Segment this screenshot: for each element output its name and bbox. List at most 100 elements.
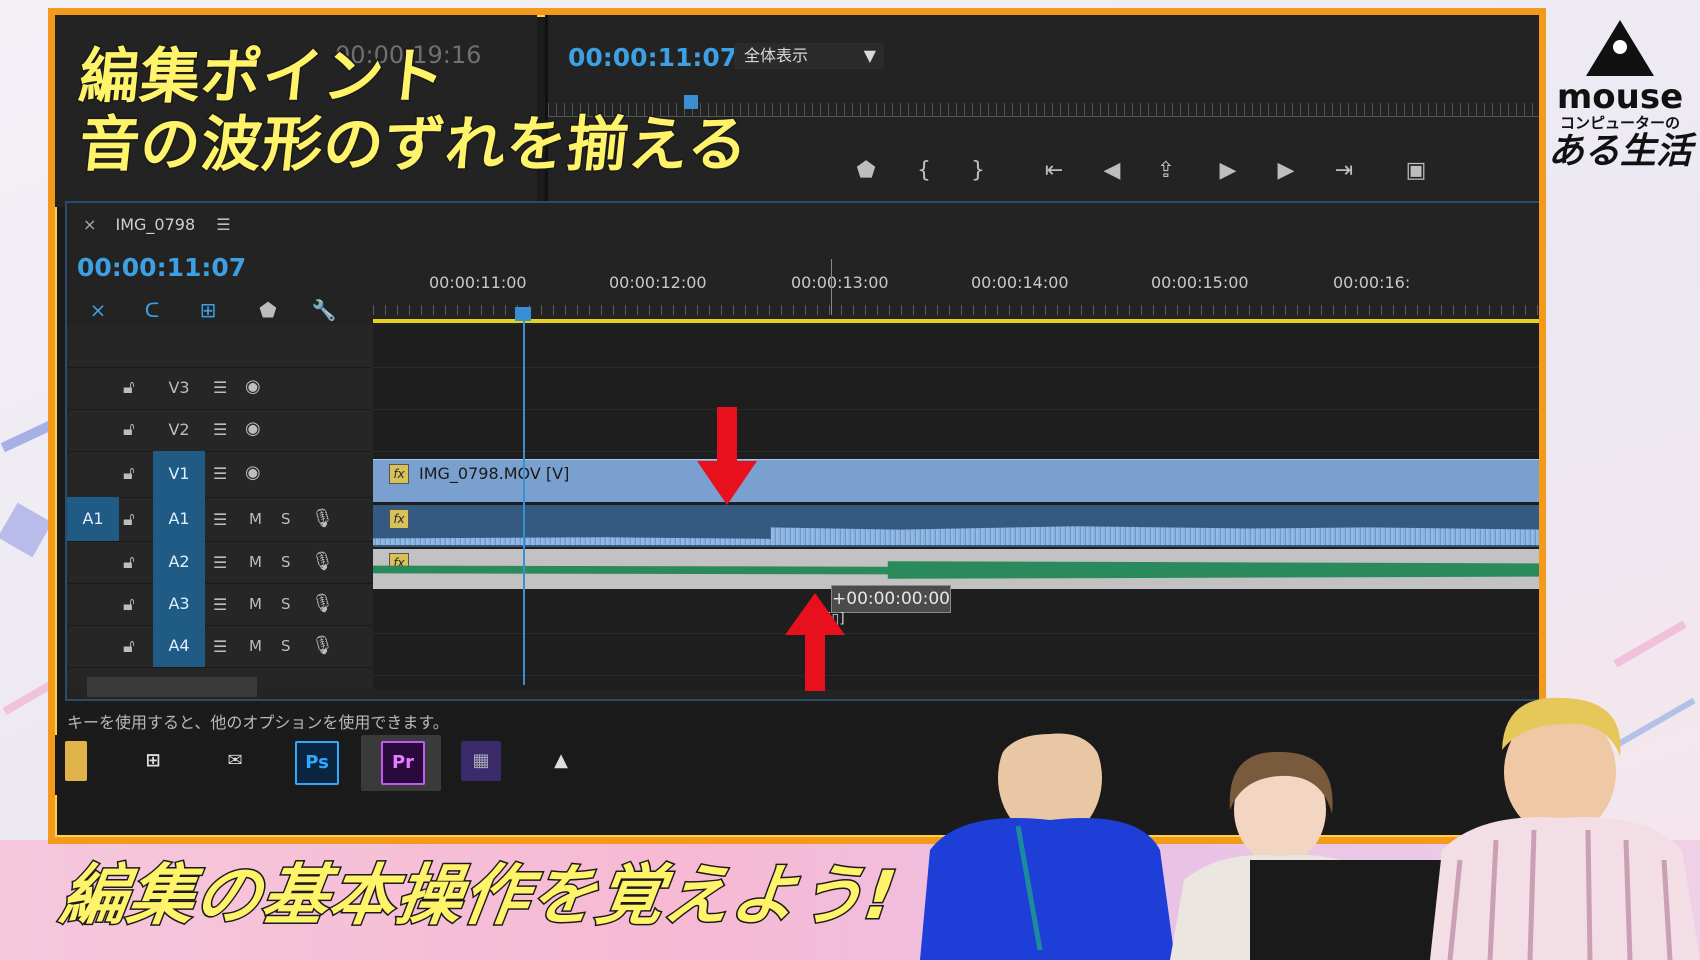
linked-selection-icon[interactable]: ⊞ (191, 295, 225, 325)
lock-icon[interactable]: 🔓︎ (123, 463, 135, 484)
background-shape (0, 502, 53, 558)
lock-icon[interactable]: 🔓︎ (123, 636, 135, 657)
mute-button[interactable]: M (249, 595, 262, 613)
program-timecode[interactable]: 00:00:11:07 (568, 43, 737, 72)
logo-subtitle: コンピューターの (1559, 114, 1680, 132)
work-area-bar[interactable] (373, 319, 1539, 323)
snap-icon[interactable]: ᑕ (135, 295, 169, 325)
track-lane-a3[interactable] (373, 591, 1539, 634)
go-to-in-icon[interactable]: ⇤ (1036, 153, 1072, 189)
track-lane[interactable] (373, 325, 1539, 368)
lock-icon[interactable]: 🔓︎ (123, 377, 135, 398)
ruler-label: 00:00:14:00 (971, 273, 1069, 292)
marker-icon[interactable]: ⬟ (848, 153, 884, 189)
track-name-a4[interactable]: A4 (153, 625, 205, 667)
sync-lock-icon[interactable]: ☰ (213, 595, 227, 614)
eye-icon[interactable]: ◉ (245, 462, 261, 483)
microphone-icon[interactable]: 🎙︎ (311, 551, 334, 572)
track-name-v3[interactable]: V3 (153, 377, 205, 399)
track-lane-a4[interactable] (373, 633, 1539, 676)
solo-button[interactable]: S (281, 510, 291, 528)
microphone-icon[interactable]: 🎙︎ (311, 508, 334, 529)
track-lane-v2[interactable] (373, 409, 1539, 452)
mark-out-icon[interactable]: } (960, 153, 996, 189)
mute-button[interactable]: M (249, 510, 262, 528)
go-to-out-icon[interactable]: ⇥ (1326, 153, 1362, 189)
step-back-icon[interactable]: ◀ (1094, 153, 1130, 189)
track-header-a4: 🔓︎ A4 ☰ M S 🎙︎ (67, 625, 373, 668)
background-stripe (1613, 620, 1687, 668)
ruler-label: 00:00:11:00 (429, 273, 527, 292)
mute-button[interactable]: M (249, 553, 262, 571)
lock-icon[interactable]: 🔓︎ (123, 594, 135, 615)
track-name-a1[interactable]: A1 (153, 497, 205, 541)
timeline-timecode[interactable]: 00:00:11:07 (77, 253, 246, 282)
photoshop-icon[interactable]: Ps (295, 741, 339, 785)
lock-icon[interactable]: 🔓︎ (123, 552, 135, 573)
audio-clip-a2[interactable]: fx (373, 549, 1539, 589)
microphone-icon[interactable]: 🎙︎ (311, 593, 334, 614)
zoom-level-select[interactable]: 全体表示 ▼ (734, 43, 884, 69)
track-name-a3[interactable]: A3 (153, 583, 205, 625)
solo-button[interactable]: S (281, 553, 291, 571)
video-clip[interactable]: fx IMG_0798.MOV [V] (373, 459, 1539, 502)
nest-toggle-icon[interactable]: ⨯ (81, 295, 115, 325)
timeline-playhead[interactable] (515, 307, 531, 321)
panel-menu-icon[interactable]: ☰ (216, 215, 230, 234)
close-icon[interactable]: × (83, 215, 96, 234)
track-header-v1: 🔓︎ V1 ☰ ◉ (67, 451, 373, 498)
sync-lock-icon[interactable]: ☰ (213, 378, 227, 397)
person-left-image (920, 709, 1175, 960)
microphone-icon[interactable]: 🎙︎ (311, 635, 334, 656)
solo-button[interactable]: S (281, 595, 291, 613)
track-name-v1[interactable]: V1 (153, 451, 205, 497)
eye-icon[interactable]: ◉ (245, 418, 261, 439)
eye-icon[interactable]: ◉ (245, 376, 261, 397)
timeline-panel: × IMG_0798 ☰ 00:00:11:07 ⨯ ᑕ ⊞ ⬟ 🔧 00:00… (65, 201, 1539, 701)
play-icon[interactable]: ▶ (1210, 153, 1246, 189)
source-patch-a1[interactable]: A1 (67, 497, 119, 541)
lock-icon[interactable]: 🔓︎ (123, 419, 135, 440)
store-icon[interactable]: ⊞ (133, 741, 173, 781)
audio-clip-a1[interactable]: fx (373, 505, 1539, 547)
sync-lock-icon[interactable]: ☰ (213, 510, 227, 529)
caption-title-line2: 音の波形のずれを揃える (74, 109, 754, 182)
time-ruler[interactable]: 00:00:11:00 00:00:12:00 00:00:13:00 00:0… (373, 243, 1539, 325)
track-name-v2[interactable]: V2 (153, 419, 205, 441)
step-forward-icon[interactable]: ▶ (1268, 153, 1304, 189)
add-marker-icon[interactable]: ⬟ (251, 295, 285, 325)
folder-icon[interactable] (65, 741, 87, 781)
arrow-up-icon (785, 593, 845, 691)
sync-lock-icon[interactable]: ☰ (213, 637, 227, 656)
audio-waveform-a1 (373, 526, 1539, 545)
export-frame-icon[interactable]: ▣ (1398, 153, 1434, 189)
mark-in-icon[interactable]: { (906, 153, 942, 189)
media-encoder-icon[interactable]: ▦ (461, 741, 501, 781)
wrench-icon[interactable]: 🔧 (307, 295, 341, 325)
sync-lock-icon[interactable]: ☰ (213, 420, 227, 439)
horizontal-scrollbar[interactable] (87, 677, 257, 697)
premiere-icon[interactable]: Pr (381, 741, 425, 785)
timeline-tab[interactable]: × IMG_0798 ☰ (83, 215, 231, 234)
photos-icon[interactable]: ▲ (541, 741, 581, 781)
sync-lock-icon[interactable]: ☰ (213, 464, 227, 483)
mute-button[interactable]: M (249, 637, 262, 655)
drag-offset-tooltip: +00:00:00:00 (831, 585, 951, 613)
chevron-down-icon: ▼ (863, 46, 876, 65)
logo-triangle-icon (1586, 20, 1654, 76)
track-lanes[interactable]: fx IMG_0798.MOV [V] fx fx +00:00:00:00 ▸… (373, 325, 1539, 689)
track-name-a2[interactable]: A2 (153, 541, 205, 583)
track-header-empty (67, 325, 373, 368)
solo-button[interactable]: S (281, 637, 291, 655)
track-lane-v3[interactable] (373, 367, 1539, 410)
track-header-a1: A1 🔓︎ A1 ☰ M S 🎙︎ (67, 497, 373, 542)
person-right-image (1430, 697, 1700, 960)
track-header-a2: 🔓︎ A2 ☰ M S 🎙︎ (67, 541, 373, 584)
cursor-line (831, 259, 832, 315)
fx-badge: fx (389, 464, 409, 484)
sync-lock-icon[interactable]: ☰ (213, 553, 227, 572)
mail-icon[interactable]: ✉ (215, 741, 255, 781)
sequence-name: IMG_0798 (115, 215, 196, 234)
lift-icon[interactable]: ⇪ (1148, 153, 1184, 189)
lock-icon[interactable]: 🔓︎ (123, 509, 135, 530)
